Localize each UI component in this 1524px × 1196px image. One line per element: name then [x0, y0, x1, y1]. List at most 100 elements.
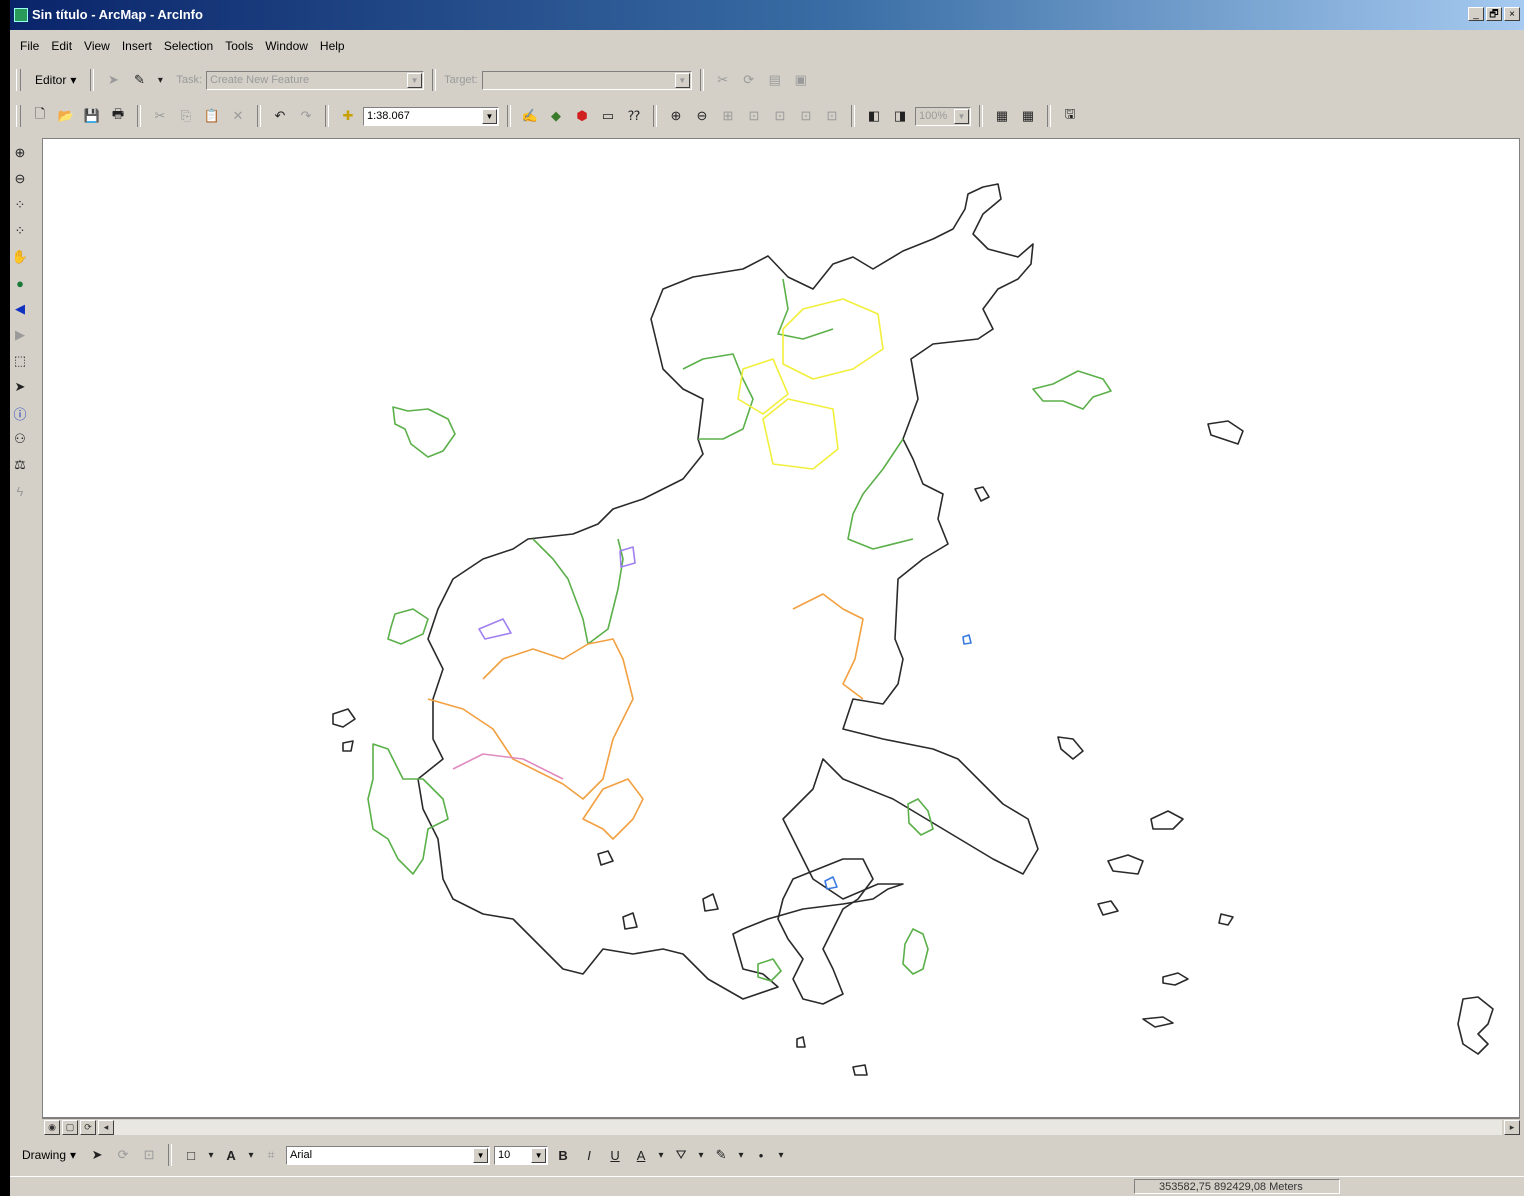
sketch-tool-icon[interactable]: ✎ — [128, 69, 150, 91]
scroll-right-icon[interactable]: ▸ — [1504, 1120, 1520, 1135]
measure-icon[interactable]: ⚖ — [10, 452, 30, 478]
fixed-zoom-in-icon[interactable]: ⊡ — [769, 105, 791, 127]
previous-extent-icon[interactable]: ◧ — [863, 105, 885, 127]
zoom-100-icon[interactable]: ⊡ — [821, 105, 843, 127]
zoom-whole-page-icon[interactable]: ⊡ — [743, 105, 765, 127]
marker-color-icon[interactable]: • — [750, 1144, 772, 1166]
editor-menu-button[interactable]: Editor ▾ — [29, 69, 82, 91]
font-combo[interactable]: Arial ▼ — [286, 1145, 491, 1165]
find-binoculars-icon[interactable]: ⚇ — [10, 426, 30, 452]
save-icon[interactable]: 💾 — [81, 105, 103, 127]
identify-icon[interactable]: ⓘ — [10, 400, 30, 426]
fixed-zoom-in-icon[interactable]: ⁘ — [10, 192, 30, 218]
attributes-icon[interactable]: ▤ — [764, 69, 786, 91]
islet-east-10 — [1142, 1016, 1174, 1028]
open-folder-icon[interactable]: 📂 — [55, 105, 77, 127]
layout-zoom-in-icon[interactable]: ⊕ — [665, 105, 687, 127]
target-dropdown[interactable]: ▼ — [481, 70, 692, 90]
chevron-down-icon[interactable]: ▾ — [154, 69, 166, 91]
menu-window[interactable]: Window — [265, 39, 308, 53]
close-button[interactable]: × — [1504, 7, 1520, 21]
arctoolbox-icon[interactable]: ⬢ — [571, 105, 593, 127]
menu-edit[interactable]: Edit — [51, 39, 72, 53]
split-tool-icon[interactable]: ✂ — [712, 69, 734, 91]
select-features-icon[interactable]: ⬚ — [10, 348, 30, 374]
map-scale-combo[interactable]: 1:38.067 ▼ — [363, 106, 499, 126]
edit-tool-icon[interactable]: ➤ — [102, 69, 124, 91]
font-color-icon[interactable]: A — [630, 1144, 652, 1166]
bold-button[interactable]: B — [552, 1144, 574, 1166]
rectangle-tool-icon[interactable]: □ — [180, 1144, 202, 1166]
scrollbar-track[interactable] — [114, 1120, 1502, 1135]
select-elements-icon[interactable]: ➤ — [86, 1144, 108, 1166]
data-view-icon[interactable]: ◉ — [44, 1120, 60, 1135]
menu-file[interactable]: File — [20, 39, 39, 53]
fixed-zoom-out-icon[interactable]: ⁘ — [10, 218, 30, 244]
forward-arrow-icon[interactable]: ▶ — [10, 322, 30, 348]
focus-frame-icon[interactable]: ▦ — [1017, 105, 1039, 127]
layout-zoom-out-icon[interactable]: ⊖ — [691, 105, 713, 127]
italic-button[interactable]: I — [578, 1144, 600, 1166]
menu-help[interactable]: Help — [320, 39, 345, 53]
chevron-down-icon[interactable]: ▾ — [656, 1144, 666, 1166]
chevron-down-icon[interactable]: ▾ — [696, 1144, 706, 1166]
font-size-combo[interactable]: 10 ▼ — [494, 1145, 549, 1165]
pan-hand-icon[interactable]: ✋ — [10, 244, 30, 270]
minimize-button[interactable]: _ — [1468, 7, 1484, 21]
whats-this-icon[interactable]: ⁇ — [623, 105, 645, 127]
undo-icon[interactable]: ↶ — [269, 105, 291, 127]
layout-zoom-combo[interactable]: 100% ▼ — [915, 106, 971, 126]
next-extent-icon[interactable]: ◨ — [889, 105, 911, 127]
menu-insert[interactable]: Insert — [122, 39, 152, 53]
print-icon[interactable]: 🖶 — [107, 105, 129, 127]
paste-icon[interactable]: 📋 — [201, 105, 223, 127]
fixed-zoom-out-icon[interactable]: ⊡ — [795, 105, 817, 127]
add-data-icon[interactable]: ✚ — [337, 105, 359, 127]
fill-color-icon[interactable]: ⛛ — [670, 1144, 692, 1166]
sketch-properties-icon[interactable]: ▣ — [790, 69, 812, 91]
copy-icon[interactable]: ⎘ — [175, 105, 197, 127]
layout-pan-icon[interactable]: ⊞ — [717, 105, 739, 127]
map-display[interactable] — [42, 138, 1520, 1118]
hyperlink-icon[interactable]: ϟ — [10, 478, 30, 504]
layout-view-icon[interactable]: ▢ — [62, 1120, 78, 1135]
back-arrow-icon[interactable]: ◀ — [10, 296, 30, 322]
edit-vertices-icon[interactable]: ⌗ — [260, 1144, 282, 1166]
restore-button[interactable]: 🗗 — [1486, 7, 1502, 21]
zoom-to-selected-icon[interactable]: ⊡ — [138, 1144, 160, 1166]
rotate-icon[interactable]: ⟳ — [112, 1144, 134, 1166]
select-elements-arrow-icon[interactable]: ➤ — [10, 374, 30, 400]
arccatalog-icon[interactable]: ◆ — [545, 105, 567, 127]
chevron-down-icon[interactable]: ▾ — [736, 1144, 746, 1166]
editor-toolbar-icon[interactable]: ✍ — [519, 105, 541, 127]
command-line-icon[interactable]: ▭ — [597, 105, 619, 127]
rotate-tool-icon[interactable]: ⟳ — [738, 69, 760, 91]
chevron-down-icon[interactable]: ▾ — [206, 1144, 216, 1166]
change-layout-icon[interactable]: 🖫 — [1059, 105, 1081, 127]
zoom-out-icon[interactable]: ⊖ — [10, 166, 30, 192]
menu-view[interactable]: View — [84, 39, 110, 53]
cut-icon[interactable]: ✂ — [149, 105, 171, 127]
toolbar-grip[interactable] — [16, 69, 21, 91]
zoom-in-icon[interactable]: ⊕ — [10, 140, 30, 166]
drawing-menu-button[interactable]: Drawing ▾ — [16, 1144, 82, 1166]
new-document-icon[interactable]: 🗋 — [29, 105, 51, 127]
menu-selection[interactable]: Selection — [164, 39, 213, 53]
refresh-icon[interactable]: ⟳ — [80, 1120, 96, 1135]
task-dropdown[interactable]: Create New Feature ▼ — [206, 70, 425, 90]
text-tool-icon[interactable]: A — [220, 1144, 242, 1166]
redo-icon[interactable]: ↷ — [295, 105, 317, 127]
scroll-left-icon[interactable]: ◂ — [98, 1120, 114, 1135]
chevron-down-icon[interactable]: ▾ — [246, 1144, 256, 1166]
map-horizontal-scrollbar[interactable]: ◉ ▢ ⟳ ◂ ▸ — [42, 1118, 1520, 1136]
underline-button[interactable]: U — [604, 1144, 626, 1166]
map-canvas[interactable] — [43, 139, 1520, 1118]
chevron-down-icon: ▼ — [674, 72, 690, 88]
delete-icon[interactable]: ✕ — [227, 105, 249, 127]
menu-tools[interactable]: Tools — [225, 39, 253, 53]
full-extent-globe-icon[interactable]: ● — [10, 270, 30, 296]
toggle-draft-icon[interactable]: ▦ — [991, 105, 1013, 127]
line-color-icon[interactable]: ✎ — [710, 1144, 732, 1166]
chevron-down-icon[interactable]: ▾ — [776, 1144, 786, 1166]
toolbar-grip[interactable] — [16, 105, 21, 127]
